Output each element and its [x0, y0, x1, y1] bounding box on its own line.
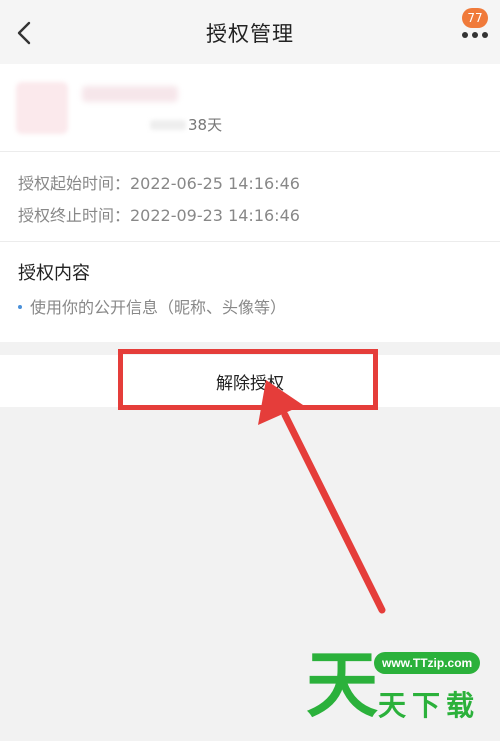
site-watermark: 天 www.TTzip.com 天下载 — [300, 640, 500, 741]
watermark-text: 天下载 — [378, 689, 481, 722]
annotation-arrow-icon — [258, 380, 386, 614]
watermark-logo-char: 天 — [306, 643, 379, 727]
watermark-url: www.TTzip.com — [374, 652, 481, 674]
